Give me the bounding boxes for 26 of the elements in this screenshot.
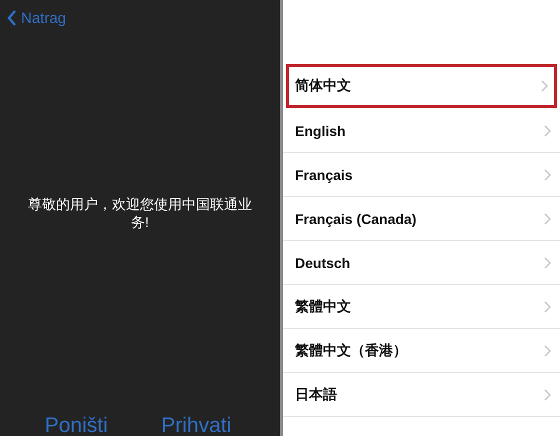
chevron-icon [541, 80, 548, 92]
language-name: 日本語 [295, 386, 337, 404]
chevron-icon [544, 300, 551, 312]
language-item[interactable]: 繁體中文（香港） [283, 329, 560, 373]
chevron-icon [544, 344, 551, 356]
chevron-icon [544, 212, 551, 224]
language-item[interactable]: Français [283, 153, 560, 197]
chevron-icon [544, 388, 551, 400]
alert-message: 尊敬的用户，欢迎您使用中国联通业务! [27, 194, 253, 230]
language-item[interactable]: 简体中文 [286, 64, 557, 108]
chevron-icon [544, 168, 551, 180]
language-name: Français [295, 166, 353, 182]
language-name: 繁體中文 [295, 298, 351, 316]
language-item[interactable]: Deutsch [283, 241, 560, 285]
language-item[interactable]: 日本語 [283, 373, 560, 417]
language-name: 繁體中文（香港） [295, 342, 407, 360]
language-name: 简体中文 [295, 76, 351, 94]
back-chevron-icon [7, 9, 17, 27]
chevron-icon [544, 124, 551, 136]
language-name: Français (Canada) [295, 210, 416, 226]
language-item[interactable]: Français (Canada) [283, 197, 560, 241]
language-name: Deutsch [295, 254, 350, 270]
language-name: English [295, 122, 346, 138]
language-item[interactable]: English [283, 109, 560, 153]
language-item[interactable]: 繁體中文 [283, 285, 560, 329]
chevron-icon [544, 256, 551, 268]
